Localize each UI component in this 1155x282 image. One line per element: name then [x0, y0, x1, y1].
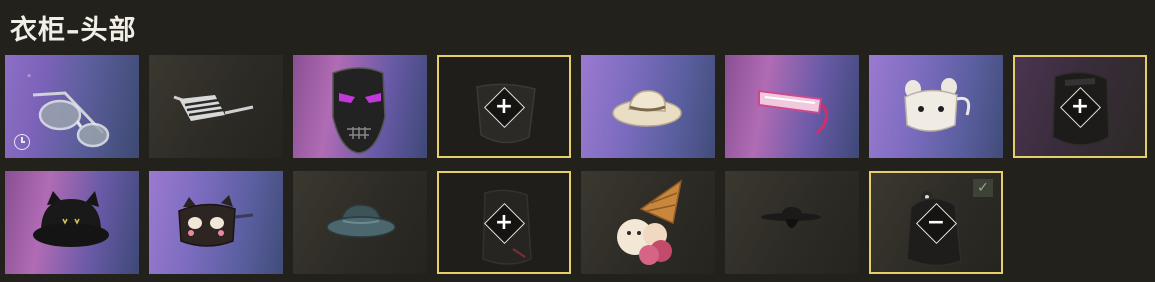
wardrobe-slot-black-wide-brim-hat[interactable] — [725, 171, 859, 274]
wardrobe-slot-bunny-face-mask[interactable] — [869, 55, 1003, 158]
wardrobe-slot-pink-visor-glasses[interactable] — [725, 55, 859, 158]
plus-icon[interactable]: + — [489, 208, 519, 238]
wide-brim-hat-icon — [761, 207, 821, 228]
wardrobe-slot-ice-cream-headpiece[interactable] — [581, 171, 715, 274]
plus-icon[interactable]: + — [489, 92, 519, 122]
wardrobe-grid: + + + − ✓ — [0, 0, 1155, 282]
wardrobe-slot-black-cat-bucket-hat[interactable] — [5, 171, 139, 274]
wardrobe-slot-cat-sleep-mask[interactable] — [149, 171, 283, 274]
cat-sleep-mask-icon — [178, 195, 254, 247]
wardrobe-slot-aviator-sunglasses[interactable] — [5, 55, 139, 158]
checkmark-icon: ✓ — [973, 179, 993, 197]
wardrobe-slot-black-balaclava[interactable]: + — [1013, 55, 1147, 158]
straw-hat-icon — [612, 90, 682, 127]
minus-icon[interactable]: − — [921, 208, 951, 238]
ice-cream-headpiece-icon — [617, 179, 683, 265]
wardrobe-slot-black-skull-mask[interactable] — [293, 55, 427, 158]
cat-bucket-hat-icon — [33, 191, 109, 247]
timer-clock-icon — [14, 134, 30, 150]
plus-icon[interactable]: + — [1065, 92, 1095, 122]
wardrobe-slot-teal-bucket-hat[interactable] — [293, 171, 427, 274]
wardrobe-slot-straw-sun-hat[interactable] — [581, 55, 715, 158]
teal-bucket-hat-icon — [326, 204, 396, 238]
visor-glasses-icon — [758, 89, 828, 135]
wardrobe-slot-black-hood[interactable]: − ✓ — [869, 171, 1003, 274]
skull-mask-icon — [332, 67, 386, 154]
bunny-mask-icon — [904, 78, 971, 132]
wardrobe-slot-black-face-mask[interactable]: + — [437, 55, 571, 158]
wardrobe-slot-black-face-scarf[interactable]: + — [437, 171, 571, 274]
wardrobe-slot-shutter-shades[interactable] — [149, 55, 283, 158]
shutter-shades-icon — [173, 95, 254, 121]
